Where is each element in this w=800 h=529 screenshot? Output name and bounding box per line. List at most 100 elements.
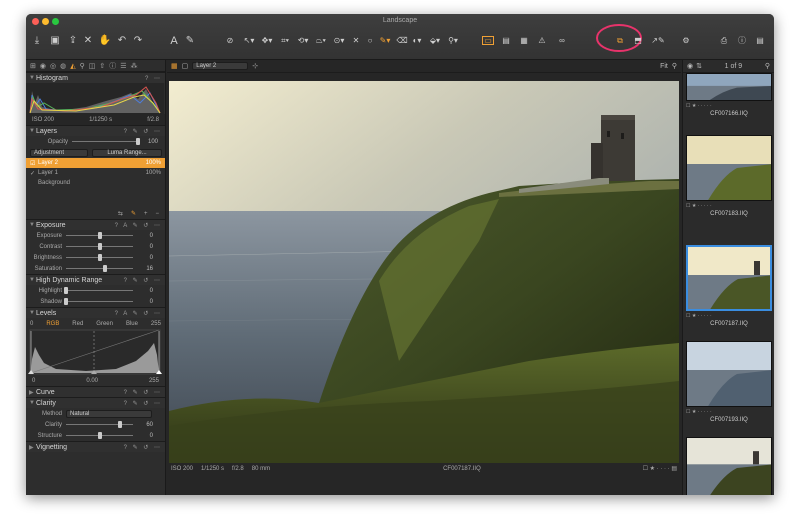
- warning-icon[interactable]: ⚠: [536, 34, 548, 48]
- print-icon[interactable]: ⎙: [718, 34, 730, 48]
- exposure-header[interactable]: ▼ Exposure ? A ✎ ↺ ⋯: [26, 219, 165, 230]
- text-icon[interactable]: A: [168, 34, 180, 48]
- slider-value[interactable]: 0: [133, 299, 153, 305]
- settings-icon[interactable]: ⚙: [680, 34, 692, 48]
- crosshair-icon[interactable]: ⊹: [252, 62, 258, 70]
- sort-icon[interactable]: ⇅: [696, 62, 702, 70]
- export-icon[interactable]: ⇪: [66, 34, 80, 48]
- crop-icon[interactable]: ⌗▾: [278, 34, 292, 48]
- opacity-value[interactable]: 100: [138, 139, 158, 145]
- luma-range-button[interactable]: Luma Range...: [92, 148, 162, 157]
- slider-track[interactable]: [64, 287, 133, 294]
- thumbnail-rating[interactable]: ☐ ★ · · · · ·: [686, 203, 772, 209]
- hdr-header[interactable]: ▼ High Dynamic Range ? ✎ ↺ ⋯: [26, 274, 165, 285]
- erase-mask-icon[interactable]: ⌫: [396, 34, 408, 48]
- meta-tab-icon[interactable]: ⓘ: [109, 61, 116, 71]
- batch-tab-icon[interactable]: ☰: [120, 62, 126, 70]
- glasses-icon[interactable]: ∞: [554, 34, 570, 48]
- thumbnail[interactable]: ☐ ★ · · · · ·CF007200.IIQ: [686, 423, 772, 495]
- picker-icon[interactable]: ⊘: [224, 34, 236, 48]
- grid-icon[interactable]: ▦: [518, 34, 530, 48]
- adjustment-select[interactable]: Adjustment: [30, 148, 88, 157]
- exposure-tab-icon[interactable]: ◭: [70, 62, 75, 70]
- levels-out-low[interactable]: 0: [30, 321, 33, 327]
- styles-tab-icon[interactable]: ⁂: [131, 62, 138, 70]
- filmstrip-icon[interactable]: ▤: [500, 34, 512, 48]
- eyedropper-icon[interactable]: ⚲▾: [446, 34, 460, 48]
- layer-select[interactable]: Layer 2: [192, 62, 249, 70]
- thumbnail[interactable]: ☐ ★ · · · · · CF007166.IIQ: [686, 73, 772, 125]
- thumbnail-image[interactable]: [686, 341, 772, 407]
- slider-track[interactable]: [64, 298, 133, 305]
- search-icon[interactable]: ⚲: [765, 62, 770, 70]
- multi-view-icon[interactable]: ▢: [182, 62, 189, 70]
- thumbnail-rating[interactable]: ☐ ★ · · · · ·: [686, 313, 772, 319]
- library-tab-icon[interactable]: ⊞: [30, 62, 36, 70]
- panel-icon[interactable]: ▤: [754, 34, 766, 48]
- slider-value[interactable]: 0: [133, 288, 153, 294]
- slider-value[interactable]: 16: [133, 266, 153, 272]
- search-icon[interactable]: ⚲: [672, 62, 677, 70]
- slider-knob[interactable]: [117, 421, 122, 428]
- capture-tab-icon[interactable]: ◉: [40, 62, 46, 70]
- footer-rating[interactable]: ☐ ★ · · · · ▤: [643, 465, 681, 472]
- lens-tab-icon[interactable]: ◎: [50, 62, 56, 70]
- section-menu-icons[interactable]: ? ✎ ↺ ⋯: [124, 389, 162, 396]
- section-menu-icons[interactable]: ? ✎ ↺ ⋯: [124, 128, 162, 135]
- brush-layer-icon[interactable]: ✎: [131, 210, 136, 217]
- levels-tab-green[interactable]: Green: [96, 321, 113, 327]
- section-menu-icons[interactable]: ? ✎ ↺ ⋯: [124, 277, 162, 284]
- layer-item[interactable]: ☑ Layer 2 100%: [26, 158, 165, 168]
- stack-icon[interactable]: ⬒: [632, 34, 644, 48]
- slider-value[interactable]: 0: [133, 244, 153, 250]
- slider-track[interactable]: [66, 232, 133, 239]
- method-select[interactable]: Natural: [66, 409, 152, 418]
- levels-low-value[interactable]: 0: [32, 378, 35, 384]
- slider-track[interactable]: [66, 421, 133, 428]
- levels-out-high[interactable]: 255: [151, 321, 161, 327]
- thumbnail[interactable]: ☐ ★ · · · · · CF007193.IIQ: [686, 327, 772, 431]
- keystone-icon[interactable]: ⏢▾: [314, 34, 328, 48]
- slider-track[interactable]: [66, 254, 133, 261]
- levels-tab-blue[interactable]: Blue: [126, 321, 138, 327]
- sync-icon[interactable]: ⇆: [118, 210, 123, 217]
- checkbox-icon[interactable]: ☑: [30, 160, 38, 167]
- slider-knob[interactable]: [102, 265, 107, 272]
- brush-icon[interactable]: ✎: [184, 34, 196, 48]
- histogram-header[interactable]: ▼ Histogram ? ⋯: [26, 72, 165, 83]
- rotate-icon[interactable]: ⟲▾: [296, 34, 310, 48]
- circle-icon[interactable]: ○: [364, 34, 376, 48]
- checkbox-icon[interactable]: ✓: [30, 170, 38, 177]
- thumbnail[interactable]: ☐ ★ · · · · · CF007183.IIQ: [686, 135, 772, 225]
- slider-value[interactable]: 0: [133, 433, 153, 439]
- slider-knob[interactable]: [97, 432, 102, 439]
- color-tab-icon[interactable]: ◍: [60, 62, 66, 70]
- local-tab-icon[interactable]: ◫: [89, 62, 96, 70]
- undo-icon[interactable]: ↶: [116, 34, 128, 48]
- slider-knob[interactable]: [64, 287, 68, 294]
- camera-icon[interactable]: ▣: [48, 34, 62, 48]
- section-menu-icons[interactable]: ? A ✎ ↺ ⋯: [115, 222, 162, 229]
- spot-icon[interactable]: ⊙▾: [332, 34, 346, 48]
- main-photo[interactable]: [169, 81, 679, 463]
- hand-icon[interactable]: ✋: [98, 34, 112, 48]
- thumbnail-rating[interactable]: ☐ ★ · · · · ·: [686, 103, 772, 109]
- draw-mask-icon[interactable]: ✎▾: [378, 34, 392, 48]
- import-icon[interactable]: ⤓: [30, 34, 44, 48]
- section-menu-icons[interactable]: ? ✎ ↺ ⋯: [124, 400, 162, 407]
- clarity-header[interactable]: ▼ Clarity ? ✎ ↺ ⋯: [26, 397, 165, 408]
- info-icon[interactable]: ⓘ: [736, 34, 748, 48]
- slider-knob[interactable]: [97, 254, 102, 261]
- slider-track[interactable]: [66, 243, 133, 250]
- slider-track[interactable]: [66, 265, 133, 272]
- section-menu-icons[interactable]: ? ⋯: [145, 75, 162, 82]
- close-x-icon[interactable]: ✕: [82, 34, 94, 48]
- opacity-slider[interactable]: [72, 138, 140, 145]
- select-icon[interactable]: ↖▾: [242, 34, 256, 48]
- curve-header[interactable]: ▶ Curve ? ✎ ↺ ⋯: [26, 386, 165, 397]
- details-tab-icon[interactable]: ⚲: [80, 62, 85, 70]
- pan-icon[interactable]: ✥▾: [260, 34, 274, 48]
- levels-tab-red[interactable]: Red: [72, 321, 83, 327]
- output-tab-icon[interactable]: ⇧: [99, 62, 105, 70]
- fill-mask-icon[interactable]: ⬙▾: [428, 34, 442, 48]
